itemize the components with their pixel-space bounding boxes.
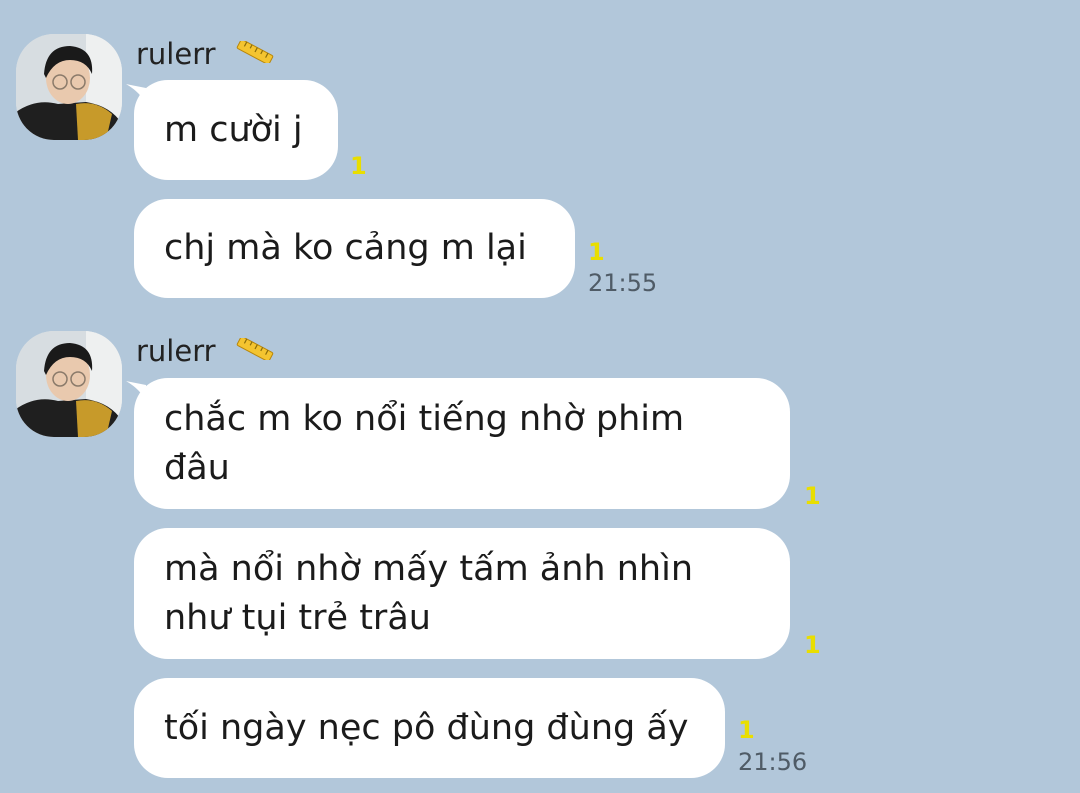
message-text: m cười j [164,109,303,150]
sender-name: rulerr [136,34,275,74]
unread-count: 1 [588,238,605,266]
unread-count: 1 [350,152,367,180]
ruler-icon [235,330,275,370]
sender-name: rulerr [136,331,275,371]
sender-name-text: rulerr [136,334,216,368]
message-bubble[interactable]: mà nổi nhờ mấy tấm ảnh nhìn như tụi trẻ … [134,528,790,659]
unread-count: 1 [738,716,755,744]
message-bubble[interactable]: chj mà ko cảng m lại [134,199,575,298]
message-bubble[interactable]: chắc m ko nổi tiếng nhờ phim đâu [134,378,790,509]
sender-avatar[interactable] [16,331,122,437]
message-bubble[interactable]: m cười j [134,80,338,180]
unread-count: 1 [804,631,821,659]
ruler-icon [235,33,275,73]
message-timestamp: 21:55 [588,269,658,297]
message-timestamp: 21:56 [738,748,808,776]
unread-count: 1 [804,482,821,510]
message-bubble[interactable]: tối ngày nẹc pô đùng đùng ấy [134,678,725,778]
sender-name-text: rulerr [136,37,216,71]
sender-avatar[interactable] [16,34,122,140]
message-text: tối ngày nẹc pô đùng đùng ấy [164,707,689,748]
message-text: mà nổi nhờ mấy tấm ảnh nhìn như tụi trẻ … [164,548,693,638]
message-text: chj mà ko cảng m lại [164,228,527,268]
message-text: chắc m ko nổi tiếng nhờ phim đâu [164,398,685,488]
